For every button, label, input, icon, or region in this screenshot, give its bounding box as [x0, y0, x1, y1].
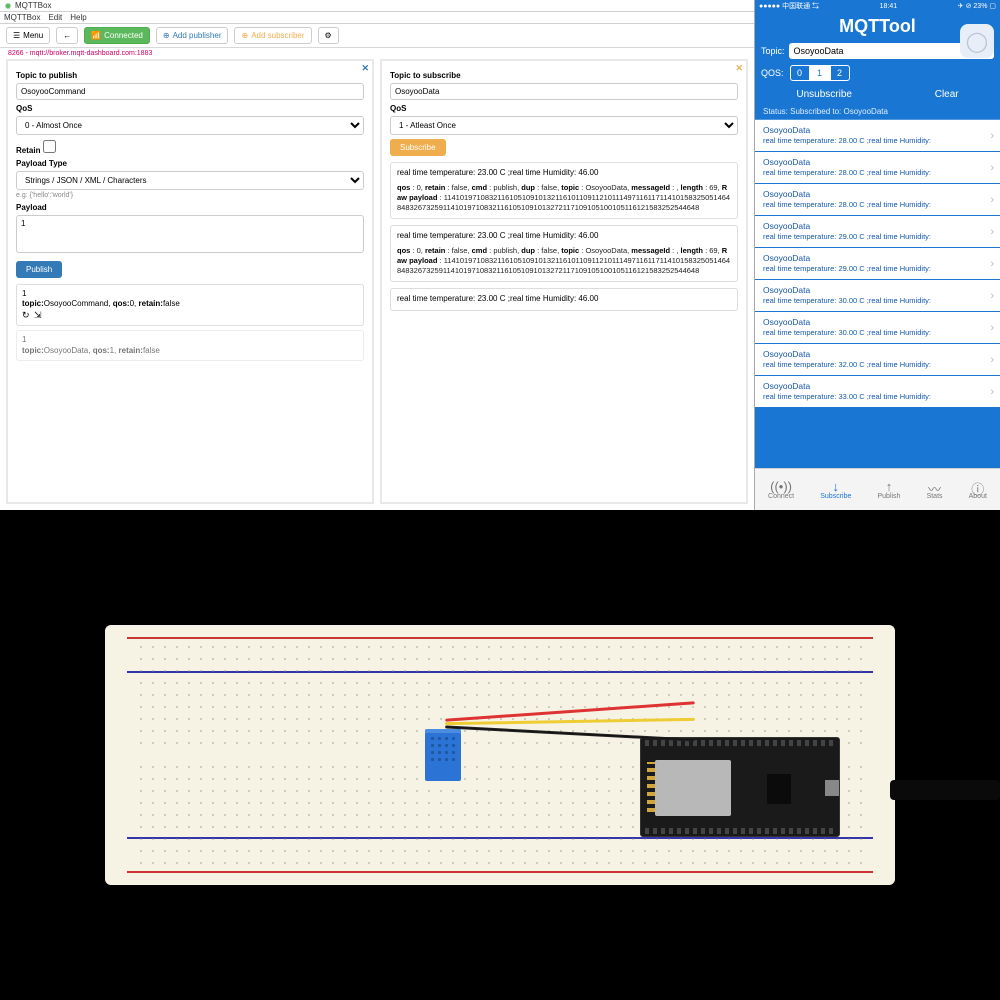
close-icon[interactable]: ✕	[735, 63, 743, 74]
list-item[interactable]: OsoyooDatareal time temperature: 29.00 C…	[755, 216, 1000, 248]
menu-help[interactable]: Help	[70, 13, 86, 22]
list-item[interactable]: OsoyooDatareal time temperature: 33.00 C…	[755, 376, 1000, 408]
list-item[interactable]: OsoyooDatareal time temperature: 30.00 C…	[755, 312, 1000, 344]
list-item[interactable]: OsoyooDatareal time temperature: 29.00 C…	[755, 248, 1000, 280]
tab-subscribe[interactable]: ↓Subscribe	[820, 479, 851, 500]
received-message: real time temperature: 23.00 C ;real tim…	[390, 225, 738, 282]
list-item[interactable]: OsoyooDatareal time temperature: 28.00 C…	[755, 152, 1000, 184]
tab-connect[interactable]: ((•))Connect	[768, 479, 794, 500]
publish-panel: ✕ Topic to publish QoS 0 - Almost Once R…	[6, 59, 374, 504]
chevron-right-icon: ›	[990, 354, 994, 366]
gear-icon: ⚙	[325, 31, 332, 40]
message-list[interactable]: OsoyooDatareal time temperature: 28.00 C…	[755, 120, 1000, 468]
status-bar: ●●●●● 中国联通 ⇆ 18:41 ✈ ⊘ 23% ▢	[755, 0, 1000, 12]
payload-hint: e.g: {'hello':'world'}	[16, 192, 364, 199]
toolbar: ☰ Menu ← 📶 Connected ⊕ Add publisher ⊕ A…	[0, 24, 754, 48]
list-item[interactable]: OsoyooDatareal time temperature: 28.00 C…	[755, 184, 1000, 216]
qos-option-1[interactable]: 1	[810, 65, 830, 81]
topic-label: Topic:	[761, 46, 785, 56]
chevron-right-icon: ›	[990, 130, 994, 142]
sent-log: 1 topic:OsoyooCommand, qos:0, retain:fal…	[16, 284, 364, 361]
list-item[interactable]: OsoyooDatareal time temperature: 30.00 C…	[755, 280, 1000, 312]
about-icon: ⓘ	[971, 479, 984, 493]
qos-segment: 012	[790, 65, 850, 81]
chevron-right-icon: ›	[990, 258, 994, 270]
subscribe-panel: ✕ Topic to subscribe QoS 1 - Atleast Onc…	[380, 59, 748, 504]
micro-usb-port	[825, 780, 839, 796]
breadcrumb[interactable]: 8266 - mqtt://broker.mqtt-dashboard.com:…	[0, 48, 754, 59]
chevron-right-icon: ›	[990, 386, 994, 398]
nodemcu-board	[640, 737, 840, 837]
copy-icon[interactable]: ⇲	[34, 310, 42, 320]
mqtttool-screen: ●●●●● 中国联通 ⇆ 18:41 ✈ ⊘ 23% ▢ MQTTool ◯ T…	[755, 0, 1000, 510]
esp8266-shield	[655, 760, 731, 816]
tab-bar: ((•))Connect ↓Subscribe ↑Publish 〰Stats ⓘAbo…	[755, 468, 1000, 510]
unsubscribe-button[interactable]: Unsubscribe	[796, 89, 852, 100]
stats-icon: 〰	[928, 479, 941, 493]
app-icon	[4, 2, 12, 10]
qos-option-2[interactable]: 2	[830, 65, 850, 81]
payload-type-label: Payload Type	[16, 159, 364, 168]
chevron-right-icon: ›	[990, 226, 994, 238]
tab-publish[interactable]: ↑Publish	[877, 479, 900, 500]
connect-icon: ((•))	[770, 479, 792, 493]
close-icon[interactable]: ✕	[361, 63, 369, 74]
qos-label: QoS	[16, 104, 364, 113]
chevron-right-icon: ›	[990, 290, 994, 302]
list-item[interactable]: OsoyooDatareal time temperature: 28.00 C…	[755, 120, 1000, 152]
mqttbox-window: MQTTBox MQTTBox Edit Help ☰ Menu ← 📶 Con…	[0, 0, 755, 510]
tab-about[interactable]: ⓘAbout	[969, 479, 987, 500]
received-message: real time temperature: 23.00 C ;real tim…	[390, 288, 738, 311]
payload-input[interactable]: 1	[16, 215, 364, 253]
list-item[interactable]: OsoyooDatareal time temperature: 32.00 C…	[755, 344, 1000, 376]
retain-checkbox[interactable]	[43, 140, 56, 153]
topic-publish-label: Topic to publish	[16, 71, 364, 80]
menubar: MQTTBox Edit Help	[0, 12, 754, 24]
hardware-photo	[0, 510, 1000, 1000]
publish-icon: ↑	[886, 479, 893, 493]
clear-button[interactable]: Clear	[935, 89, 959, 100]
qos-label: QOS:	[761, 68, 784, 78]
chevron-right-icon: ›	[990, 322, 994, 334]
subscribe-button[interactable]: Subscribe	[390, 139, 446, 156]
back-button[interactable]: ←	[56, 27, 78, 44]
settings-button[interactable]: ⚙	[318, 27, 339, 44]
connected-button[interactable]: 📶 Connected	[84, 27, 150, 44]
topic-subscribe-input[interactable]	[390, 83, 738, 100]
add-subscriber-button[interactable]: ⊕ Add subscriber	[234, 27, 311, 44]
retain-label: Retain	[16, 146, 40, 155]
payload-label: Payload	[16, 203, 364, 212]
topic-publish-input[interactable]	[16, 83, 364, 100]
subscribe-icon: ↓	[833, 479, 840, 493]
dht11-sensor	[425, 729, 461, 781]
menu-button[interactable]: ☰ Menu	[6, 27, 50, 44]
status-line: Status: Subscribed to: OsoyooData	[755, 104, 1000, 120]
qos-select[interactable]: 0 - Almost Once	[16, 116, 364, 135]
chevron-right-icon: ›	[990, 194, 994, 206]
qos-option-0[interactable]: 0	[790, 65, 810, 81]
menu-edit[interactable]: Edit	[48, 13, 62, 22]
replay-icon[interactable]: ↻	[22, 310, 30, 320]
topic-subscribe-label: Topic to subscribe	[390, 71, 738, 80]
circle-icon: ◯	[966, 29, 988, 54]
sent-item: 1 topic:OsoyooData, qos:1, retain:false	[16, 330, 364, 361]
publish-button[interactable]: Publish	[16, 261, 62, 278]
payload-type-select[interactable]: Strings / JSON / XML / Characters	[16, 171, 364, 190]
chevron-right-icon: ›	[990, 162, 994, 174]
tab-stats[interactable]: 〰Stats	[927, 479, 943, 500]
add-publisher-button[interactable]: ⊕ Add publisher	[156, 27, 229, 44]
menu-mqttbox[interactable]: MQTTBox	[4, 13, 40, 22]
window-title: MQTTBox	[15, 1, 51, 10]
sent-item: 1 topic:OsoyooCommand, qos:0, retain:fal…	[16, 284, 364, 326]
settings-corner-button[interactable]: ◯	[960, 24, 994, 58]
received-message: real time temperature: 23.00 C ;real tim…	[390, 162, 738, 219]
breadboard	[105, 625, 895, 885]
qos-select[interactable]: 1 - Atleast Once	[390, 116, 738, 135]
usb-cable	[890, 780, 1000, 800]
window-titlebar: MQTTBox	[0, 0, 754, 12]
qos-label: QoS	[390, 104, 738, 113]
